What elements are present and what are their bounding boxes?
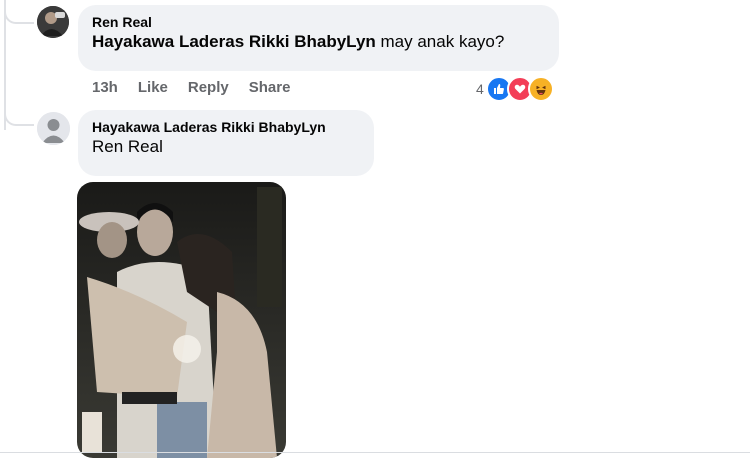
- divider: [0, 452, 750, 453]
- comment-actions: 13h Like Reply Share: [92, 79, 290, 96]
- thread-curve: [4, 0, 34, 24]
- comment-bubble: Ren Real Hayakawa Laderas Rikki BhabyLyn…: [78, 5, 559, 71]
- default-avatar-icon: [37, 112, 70, 145]
- profile-photo-icon: [37, 6, 69, 38]
- avatar-default[interactable]: [37, 112, 70, 145]
- reply-text[interactable]: Ren Real: [92, 136, 360, 158]
- share-button[interactable]: Share: [249, 79, 291, 96]
- like-button[interactable]: Like: [138, 79, 168, 96]
- haha-icon: [527, 76, 554, 102]
- comment-message: may anak kayo?: [380, 32, 505, 51]
- timestamp[interactable]: 13h: [92, 79, 118, 96]
- comment-author[interactable]: Ren Real: [92, 13, 545, 31]
- comment-text: Hayakawa Laderas Rikki BhabyLyn may anak…: [92, 31, 545, 53]
- attached-photo[interactable]: [77, 182, 286, 458]
- reactions-summary[interactable]: 4: [476, 76, 554, 102]
- mention-link[interactable]: Hayakawa Laderas Rikki BhabyLyn: [92, 32, 376, 51]
- reply-button[interactable]: Reply: [188, 79, 229, 96]
- avatar-ren-real[interactable]: [37, 6, 69, 38]
- thread-curve: [4, 100, 34, 126]
- reply-author[interactable]: Hayakawa Laderas Rikki BhabyLyn: [92, 118, 360, 136]
- reply-bubble: Hayakawa Laderas Rikki BhabyLyn Ren Real: [78, 110, 374, 176]
- photo-image: [77, 182, 286, 458]
- reaction-count: 4: [476, 81, 484, 97]
